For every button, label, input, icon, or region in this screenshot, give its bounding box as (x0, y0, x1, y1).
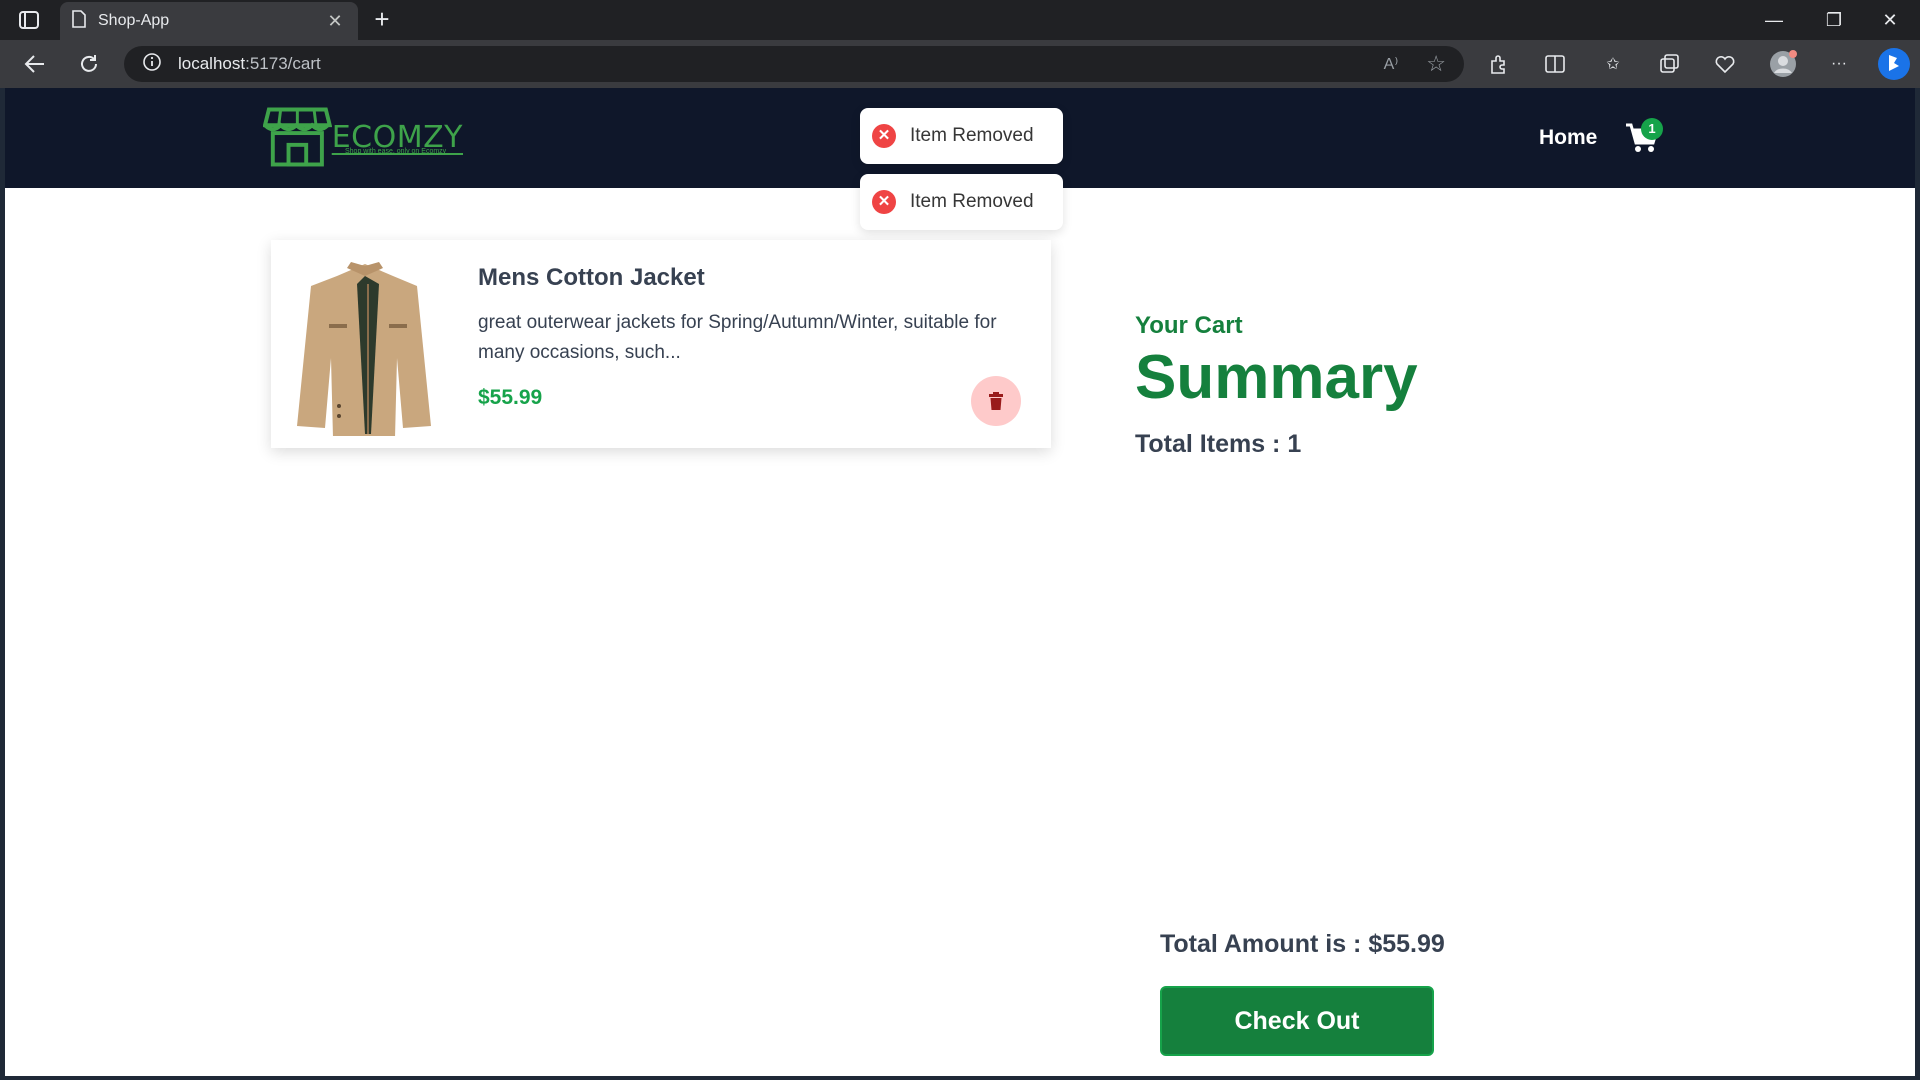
tab-title: Shop-App (98, 12, 170, 29)
toast-message: Item Removed (910, 125, 1034, 146)
browser-tab-bar: Shop-App ✕ + — ❐ ✕ (0, 0, 1920, 40)
summary-heading: Summary (1135, 343, 1418, 412)
toast-notification: ✕ Item Removed (860, 108, 1063, 164)
tab-close-icon[interactable]: ✕ (324, 11, 346, 32)
profile-avatar[interactable] (1766, 48, 1800, 80)
collections-icon[interactable] (1652, 48, 1686, 80)
error-x-icon: ✕ (872, 124, 896, 148)
url-host: localhost (178, 54, 246, 73)
read-aloud-icon[interactable]: A⁾ (1384, 54, 1399, 74)
your-cart-label: Your Cart (1135, 312, 1243, 339)
minimize-icon[interactable]: — (1746, 0, 1802, 40)
split-screen-icon[interactable] (1538, 48, 1572, 80)
back-icon[interactable] (18, 48, 52, 80)
more-options-icon[interactable]: ··· (1822, 48, 1856, 80)
cart-item-card: Mens Cotton Jacket great outerwear jacke… (271, 240, 1051, 448)
checkout-button[interactable]: Check Out (1160, 986, 1434, 1056)
product-title: Mens Cotton Jacket (478, 264, 705, 291)
trash-icon (989, 392, 1003, 410)
product-price: $55.99 (478, 386, 543, 409)
browser-tab[interactable]: Shop-App ✕ (60, 2, 358, 40)
remove-item-button[interactable] (971, 376, 1021, 426)
new-tab-button[interactable]: + (366, 4, 398, 36)
nav-home-link[interactable]: Home (1539, 126, 1597, 150)
close-window-icon[interactable]: ✕ (1862, 0, 1918, 40)
toast-notification: ✕ Item Removed (860, 174, 1063, 230)
product-image (285, 254, 451, 438)
product-description: great outerwear jackets for Spring/Autum… (478, 312, 997, 363)
browser-essentials-icon[interactable] (1708, 48, 1742, 80)
error-x-icon: ✕ (872, 190, 896, 214)
total-amount: Total Amount is : $55.99 (1160, 930, 1445, 958)
page-icon (72, 9, 86, 33)
total-items: Total Items : 1 (1135, 430, 1302, 458)
site-info-icon[interactable] (142, 52, 162, 77)
refresh-icon[interactable] (72, 48, 106, 80)
copilot-icon[interactable] (1874, 48, 1914, 80)
address-bar[interactable]: localhost:5173/cart A⁾ ☆ (124, 46, 1464, 82)
favorite-star-icon[interactable]: ☆ (1426, 51, 1446, 77)
storefront-icon (263, 107, 332, 167)
extensions-icon[interactable] (1482, 48, 1516, 80)
tab-actions-icon[interactable] (14, 8, 44, 32)
cart-count-badge: 1 (1641, 118, 1663, 140)
favorites-icon[interactable]: ✩ (1596, 48, 1630, 80)
restore-icon[interactable]: ❐ (1806, 0, 1862, 40)
browser-toolbar: localhost:5173/cart A⁾ ☆ ✩ ··· (0, 40, 1920, 88)
logo-tagline: Shop with ease, only on Ecomzy (345, 148, 447, 155)
toast-message: Item Removed (910, 191, 1034, 212)
url-text: localhost:5173/cart (178, 54, 321, 74)
page-viewport: ECOMZY Shop with ease, only on Ecomzy Ho… (5, 88, 1915, 1076)
ecomzy-logo[interactable]: ECOMZY Shop with ease, only on Ecomzy (263, 104, 463, 170)
url-path: :5173/cart (245, 54, 321, 73)
